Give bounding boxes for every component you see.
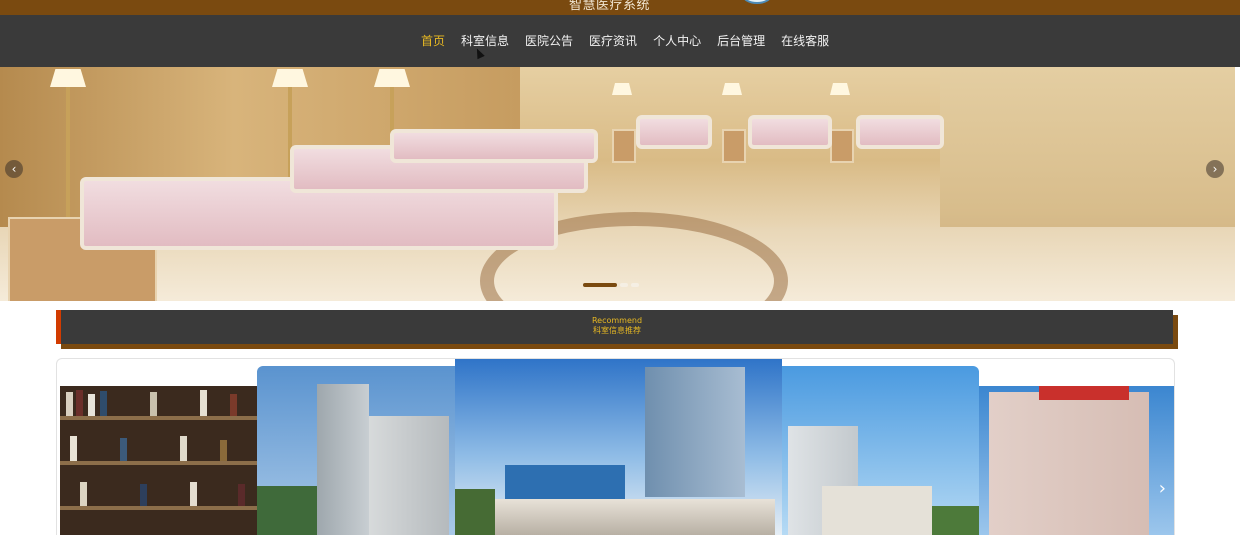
book	[180, 436, 187, 461]
department-card-image[interactable]: ›	[979, 386, 1174, 535]
book	[200, 390, 207, 416]
shelf	[60, 416, 257, 420]
lamp-stand	[66, 87, 70, 227]
nav-item-departments[interactable]: 科室信息	[461, 32, 509, 49]
book	[230, 394, 237, 416]
bedside-cabinet	[830, 129, 854, 163]
book	[100, 391, 107, 416]
carousel-prev-button[interactable]: ‹	[5, 160, 23, 178]
carousel-dot-1[interactable]	[583, 283, 617, 287]
book	[120, 438, 127, 461]
building	[369, 416, 449, 535]
bedside-cabinet	[722, 129, 746, 163]
trees	[257, 486, 317, 535]
department-card-image[interactable]	[782, 366, 979, 535]
carousel-dot-3[interactable]	[631, 283, 639, 287]
book	[150, 392, 157, 416]
book	[66, 392, 73, 416]
department-card-image[interactable]	[257, 366, 455, 535]
top-header-bar: 智慧医疗系统	[0, 0, 1240, 15]
lamp-icon	[374, 69, 410, 87]
book	[140, 484, 147, 506]
hospital-bed-image	[390, 129, 598, 163]
lamp-icon	[612, 83, 632, 95]
carousel-banner[interactable]: ‹ ›	[0, 67, 1235, 301]
book	[80, 482, 87, 506]
lamp-icon	[830, 83, 850, 95]
trees	[455, 489, 495, 535]
main-navigation: 首页 科室信息 医院公告 医疗资讯 个人中心 后台管理 在线客服	[0, 15, 1240, 67]
department-card-image[interactable]	[455, 359, 782, 535]
building	[475, 499, 775, 535]
department-gallery: ›	[56, 358, 1175, 535]
recommend-title-en: Recommend	[591, 316, 643, 325]
recommend-section-header: Recommend 科室信息推荐	[56, 310, 1173, 344]
shelf	[60, 506, 257, 510]
shelf	[60, 461, 257, 465]
chevron-right-icon: ›	[1212, 162, 1218, 176]
nav-menu: 首页 科室信息 医院公告 医疗资讯 个人中心 后台管理 在线客服	[421, 32, 845, 49]
carousel-dot-2[interactable]	[620, 283, 628, 287]
building	[317, 384, 369, 535]
gallery-next-icon[interactable]: ›	[1159, 478, 1166, 499]
carousel-indicators	[583, 283, 642, 287]
bedside-cabinet	[612, 129, 636, 163]
nav-item-home[interactable]: 首页	[421, 32, 445, 49]
hospital-bed-image	[748, 115, 832, 149]
book	[88, 394, 95, 416]
hospital-logo-icon	[742, 0, 772, 4]
trees	[932, 506, 979, 535]
book	[220, 440, 227, 461]
book	[76, 390, 83, 416]
building	[989, 392, 1149, 535]
lamp-icon	[50, 69, 86, 87]
book	[190, 482, 197, 506]
site-title: 智慧医疗系统	[569, 0, 651, 13]
nav-item-admin[interactable]: 后台管理	[717, 32, 765, 49]
nav-item-medical-news[interactable]: 医疗资讯	[589, 32, 637, 49]
building	[822, 486, 932, 535]
building-sign	[1039, 386, 1129, 400]
hospital-bed-image	[856, 115, 944, 149]
building	[645, 367, 745, 497]
book	[238, 484, 245, 506]
recommend-title-cn: 科室信息推荐	[593, 326, 641, 335]
carousel-next-button[interactable]: ›	[1206, 160, 1224, 178]
nav-item-online-service[interactable]: 在线客服	[781, 32, 829, 49]
nav-item-personal-center[interactable]: 个人中心	[653, 32, 701, 49]
book	[70, 436, 77, 461]
lamp-icon	[722, 83, 742, 95]
hospital-bed-image	[636, 115, 712, 149]
lamp-icon	[272, 69, 308, 87]
nav-item-announcements[interactable]: 医院公告	[525, 32, 573, 49]
department-card-image[interactable]	[60, 386, 257, 535]
chevron-left-icon: ‹	[11, 162, 17, 176]
